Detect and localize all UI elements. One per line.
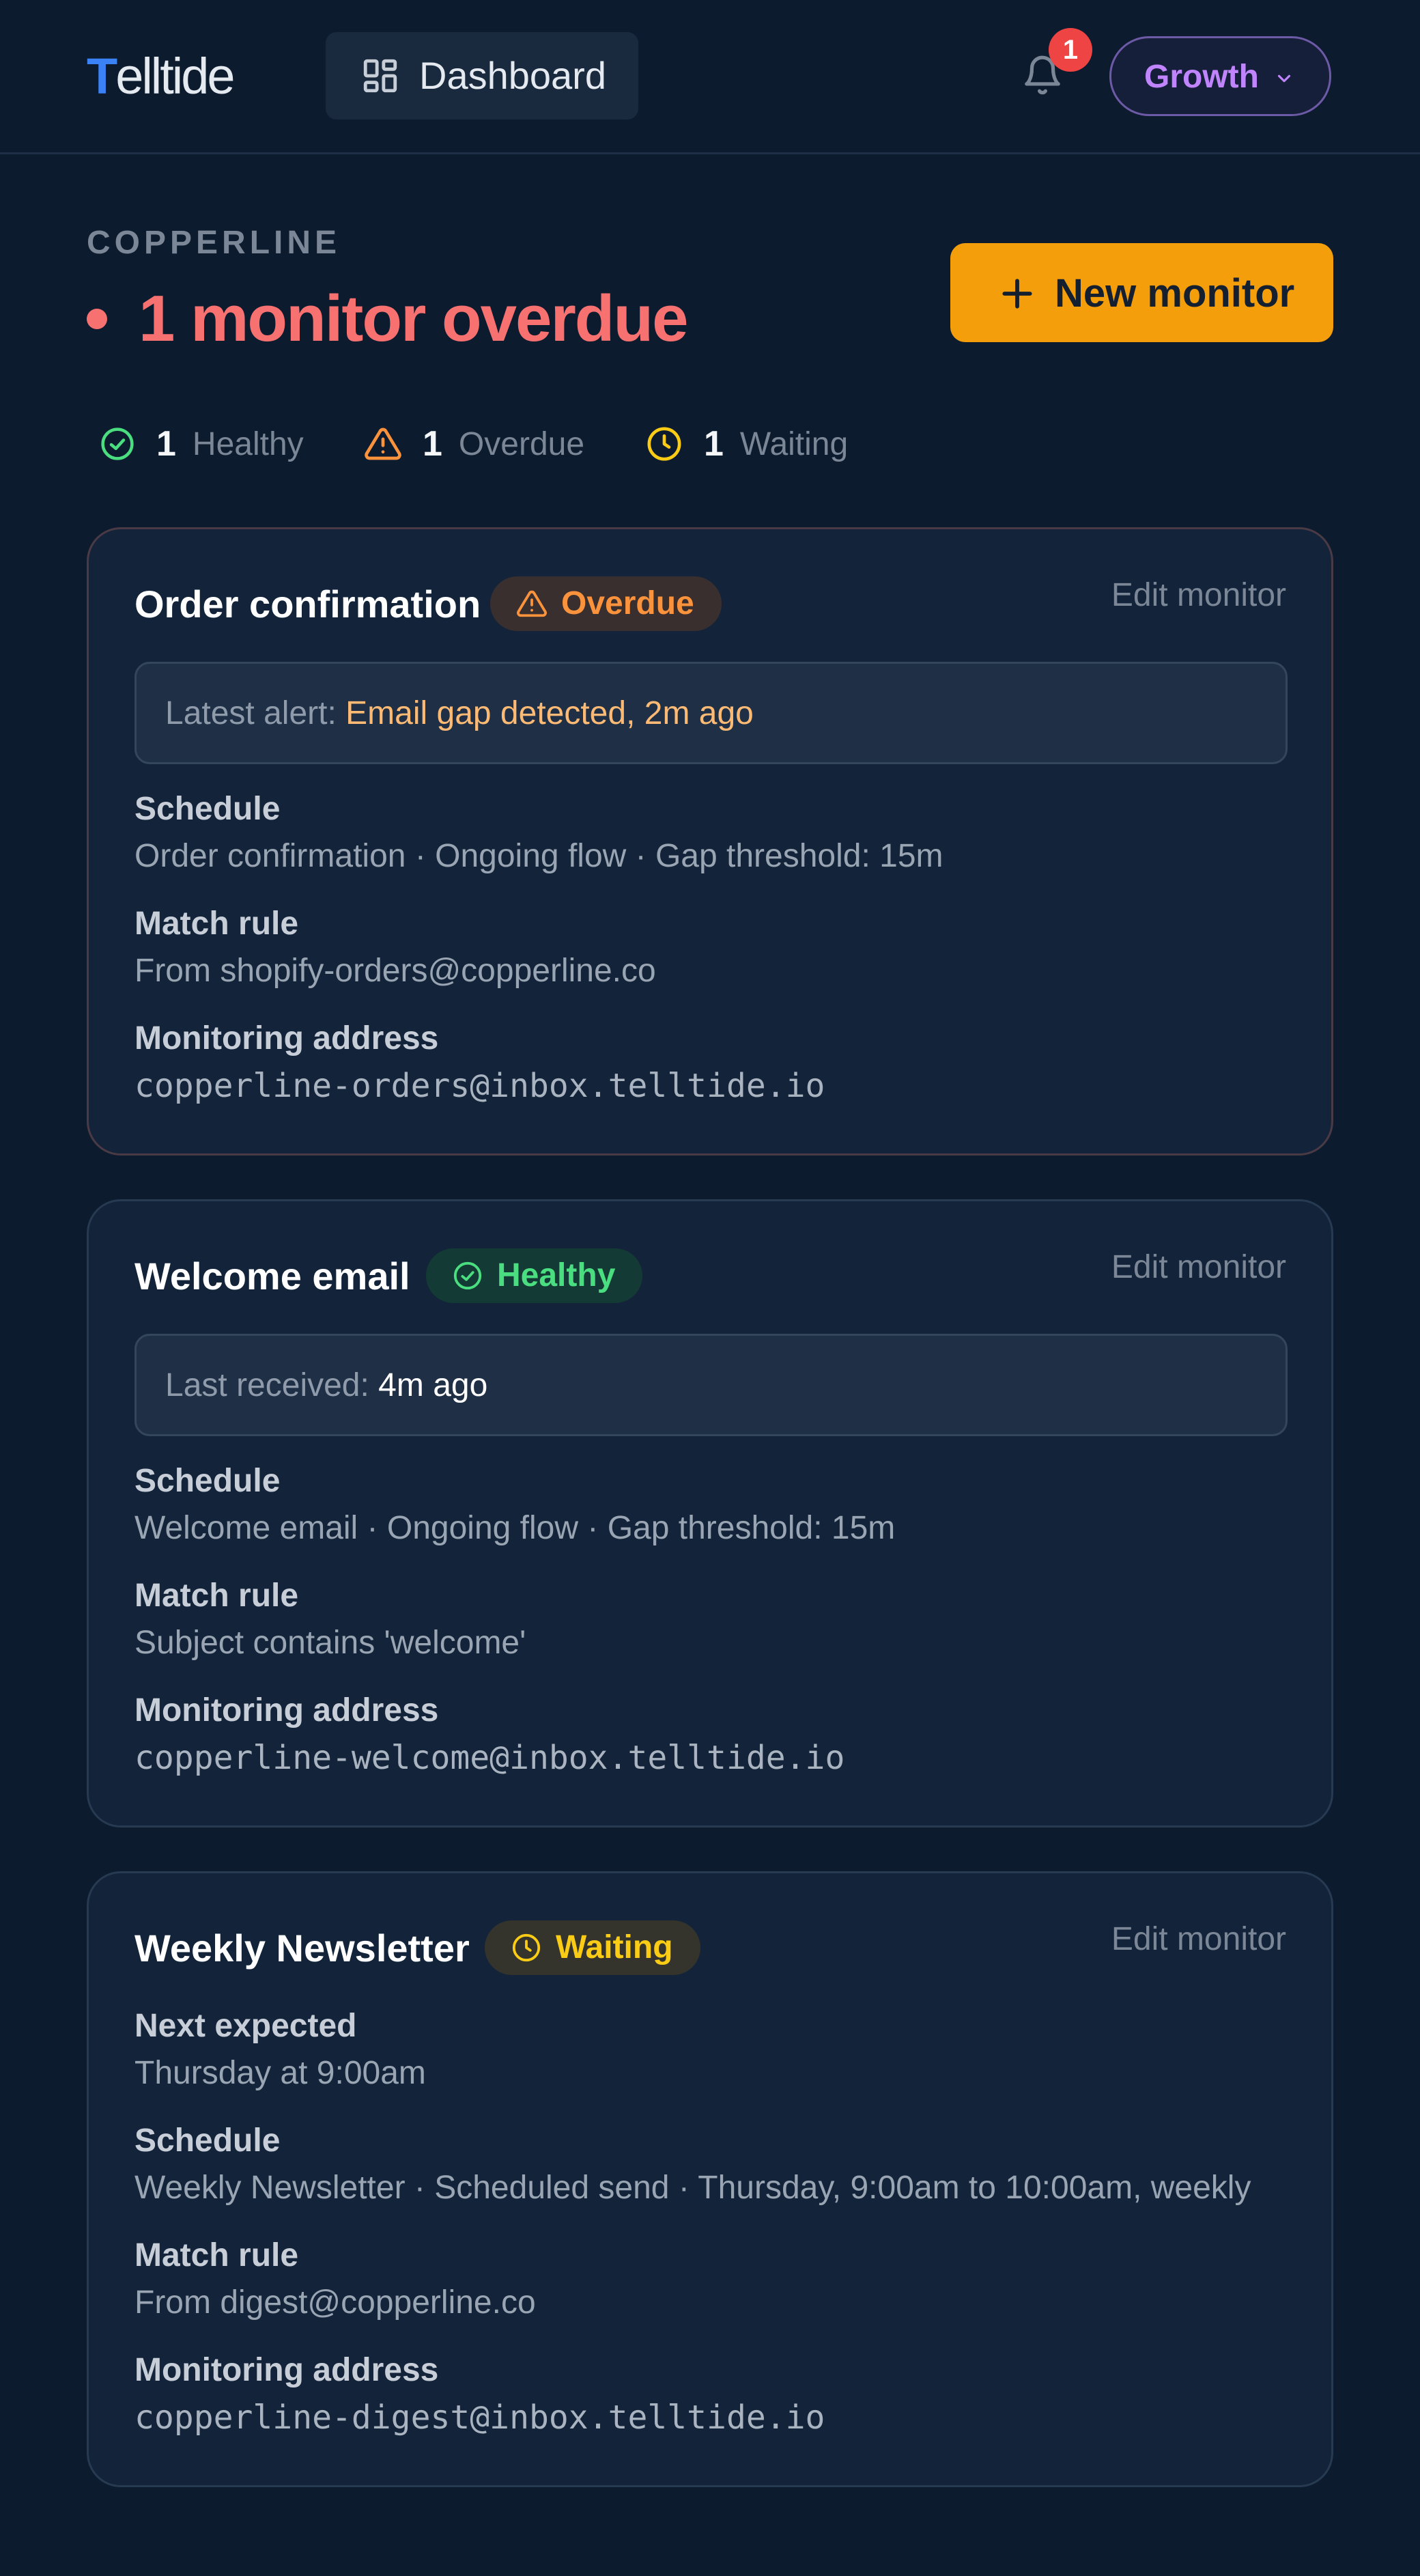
status-badge-label: Healthy xyxy=(497,1257,616,1293)
monitor-title: Welcome email xyxy=(134,1255,410,1298)
status-badge-label: Waiting xyxy=(556,1929,673,1965)
monitoring-address-value[interactable]: copperline-digest@inbox.telltide.io xyxy=(134,2399,825,2436)
new-monitor-button[interactable]: New monitor xyxy=(950,243,1333,342)
schedule-value: Weekly Newsletter · Scheduled send · Thu… xyxy=(134,2170,1251,2206)
alert-dot xyxy=(87,309,107,329)
warning-triangle-icon xyxy=(517,590,547,617)
stat-waiting-label: Waiting xyxy=(739,425,849,462)
monitor-card-weekly-newsletter: Weekly Newsletter Waiting Edit monitor N… xyxy=(87,1871,1333,2487)
plan-selector[interactable]: Growth xyxy=(1109,36,1331,116)
match-rule-label: Match rule xyxy=(134,2237,299,2273)
edit-monitor-link[interactable]: Edit monitor xyxy=(1111,578,1286,613)
match-rule-value: From digest@copperline.co xyxy=(134,2284,536,2321)
edit-monitor-link[interactable]: Edit monitor xyxy=(1111,1250,1286,1285)
monitor-card-order-confirmation: Order confirmation Overdue Edit monitor … xyxy=(87,527,1333,1156)
status-badge: Waiting xyxy=(485,1920,700,1975)
nav-dashboard-label: Dashboard xyxy=(419,54,606,97)
chevron-down-icon xyxy=(1277,74,1291,83)
schedule-label: Schedule xyxy=(134,1463,281,1499)
grid-icon xyxy=(363,59,397,93)
schedule-value: Order confirmation · Ongoing flow · Gap … xyxy=(134,838,943,874)
edit-monitor-link[interactable]: Edit monitor xyxy=(1111,1922,1286,1957)
monitoring-address-label: Monitoring address xyxy=(134,2352,439,2388)
stat-overdue: 1 Overdue xyxy=(364,423,584,464)
schedule-value: Welcome email · Ongoing flow · Gap thres… xyxy=(134,1510,896,1546)
schedule-label: Schedule xyxy=(134,2123,281,2159)
status-badge-label: Overdue xyxy=(561,585,694,621)
next-expected-value: Thursday at 9:00am xyxy=(134,2055,426,2091)
warning-triangle-icon xyxy=(365,428,401,460)
stat-overdue-label: Overdue xyxy=(458,425,585,462)
match-rule-value: From shopify-orders@copperline.co xyxy=(134,953,656,989)
check-circle-icon xyxy=(101,428,134,460)
clock-icon xyxy=(512,1933,541,1962)
monitoring-address-label: Monitoring address xyxy=(134,1020,439,1056)
monitor-card-welcome-email: Welcome email Healthy Edit monitor Last … xyxy=(87,1199,1333,1828)
page-headline: 1 monitor overdue xyxy=(87,281,688,356)
match-rule-label: Match rule xyxy=(134,906,299,942)
check-circle-icon xyxy=(453,1261,482,1290)
next-expected-label: Next expected xyxy=(134,2008,357,2044)
monitor-title: Order confirmation xyxy=(134,583,481,626)
monitoring-address-value[interactable]: copperline-orders@inbox.telltide.io xyxy=(134,1067,825,1104)
stat-waiting: 1 Waiting xyxy=(645,423,848,464)
org-name: COPPERLINE xyxy=(87,225,341,261)
monitoring-address-label: Monitoring address xyxy=(134,1692,439,1728)
app-logo[interactable]: Telltide xyxy=(87,49,236,104)
headline-text: 1 monitor overdue xyxy=(139,282,688,355)
monitor-title: Weekly Newsletter xyxy=(134,1927,470,1970)
top-bar: Telltide Dashboard 1 Growth xyxy=(0,0,1420,154)
stat-healthy-label: Healthy xyxy=(192,425,304,462)
latest-alert-box: Latest alert: Email gap detected, 2m ago xyxy=(134,662,1288,764)
status-badge: Overdue xyxy=(490,576,722,631)
latest-alert-text: Latest alert: Email gap detected, 2m ago xyxy=(165,695,754,731)
stat-waiting-count: 1 xyxy=(704,424,724,464)
nav-dashboard[interactable]: Dashboard xyxy=(326,32,638,120)
plan-label: Growth xyxy=(1144,59,1259,95)
monitoring-address-value[interactable]: copperline-welcome@inbox.telltide.io xyxy=(134,1739,844,1776)
clock-icon xyxy=(647,427,681,461)
last-received-box: Last received: 4m ago xyxy=(134,1334,1288,1436)
stat-overdue-count: 1 xyxy=(423,424,442,464)
plus-icon xyxy=(1002,279,1032,309)
schedule-label: Schedule xyxy=(134,791,281,827)
last-received-text: Last received: 4m ago xyxy=(165,1367,488,1403)
match-rule-label: Match rule xyxy=(134,1578,299,1614)
notification-count-badge: 1 xyxy=(1049,28,1092,72)
stat-healthy-count: 1 xyxy=(156,424,176,464)
new-monitor-label: New monitor xyxy=(1055,271,1295,316)
match-rule-value: Subject contains 'welcome' xyxy=(134,1625,526,1661)
stat-healthy: 1 Healthy xyxy=(99,423,304,464)
status-badge: Healthy xyxy=(426,1248,643,1303)
